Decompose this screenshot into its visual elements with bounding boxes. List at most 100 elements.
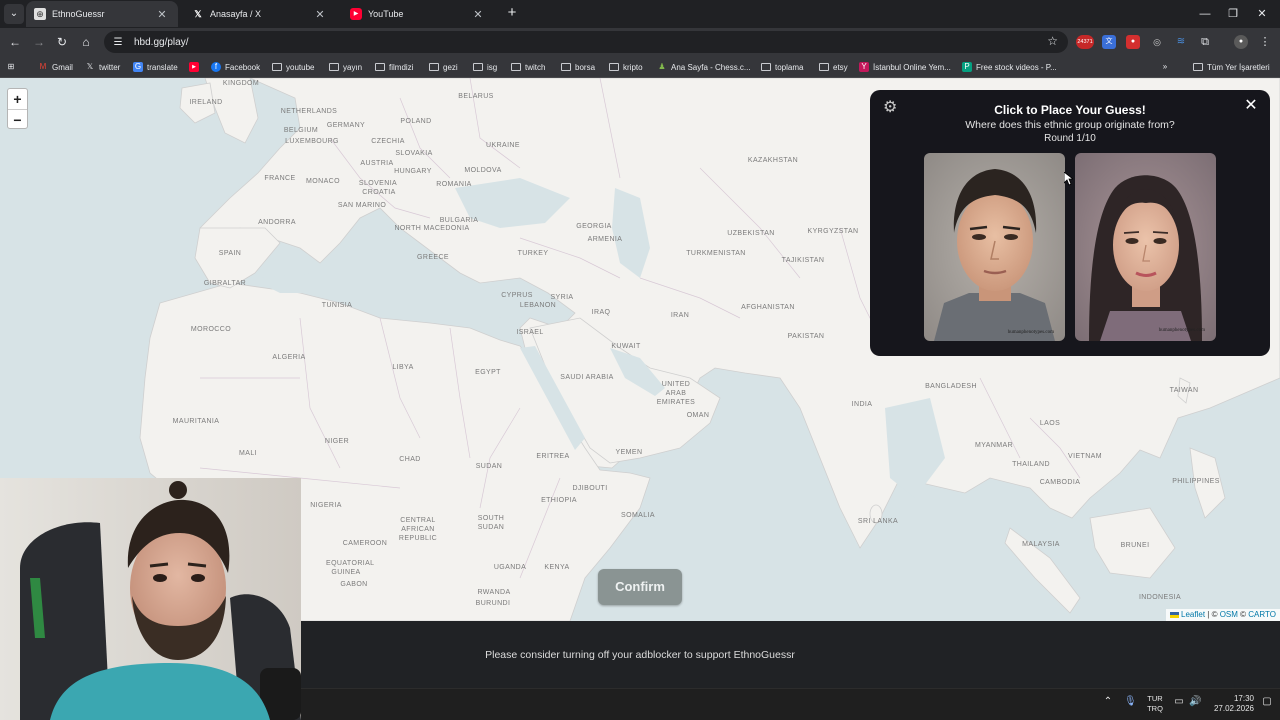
gmail-icon: M xyxy=(39,62,47,71)
bookmarks-overflow-icon[interactable]: » xyxy=(1160,60,1174,74)
bookmark-folder-youtube[interactable]: youtube xyxy=(272,60,314,74)
bookmark-folder-twitch[interactable]: twitch xyxy=(511,60,545,74)
map-zoom-control: + − xyxy=(7,88,28,129)
youtube-logo-icon: ▶ xyxy=(189,62,199,72)
country-label: MYANMAR xyxy=(974,442,1014,449)
bookmark-twitter[interactable]: 𝕏twitter xyxy=(85,60,121,74)
bookmark-chess[interactable]: ♟ Ana Sayfa - Chess.c... xyxy=(657,60,750,74)
country-label: BELARUS xyxy=(458,93,494,100)
volume-icon[interactable]: 🔊 xyxy=(1189,696,1201,707)
bookmark-folder-isg[interactable]: isg xyxy=(473,60,497,74)
forward-arrow-icon[interactable]: → xyxy=(30,33,48,51)
profile-avatar-icon[interactable]: ● xyxy=(1234,35,1248,49)
country-label: CAMBODIA xyxy=(1039,479,1081,486)
all-bookmarks-folder[interactable]: Tüm Yer İşaretleri xyxy=(1193,60,1270,74)
close-tab-icon[interactable]: ✕ xyxy=(156,8,168,21)
close-tab-icon[interactable]: ✕ xyxy=(314,8,326,21)
leaflet-link[interactable]: Leaflet xyxy=(1181,610,1205,619)
extension-badge-icon[interactable]: 24371 xyxy=(1076,35,1094,49)
system-clock[interactable]: 17:30 27.02.2026 xyxy=(1208,694,1254,714)
tab-search-icon[interactable]: ⌄ xyxy=(4,4,24,24)
bookmark-star-icon[interactable]: ☆ xyxy=(1047,34,1058,48)
osm-link[interactable]: OSM xyxy=(1220,610,1238,619)
new-tab-icon[interactable]: + xyxy=(504,5,520,21)
country-label: NETHERLANDS xyxy=(280,108,338,115)
bookmark-gmail[interactable]: M Gmail xyxy=(38,60,73,74)
bookmark-facebook[interactable]: f Facebook xyxy=(211,60,260,74)
extensions-puzzle-icon[interactable]: ⧉ xyxy=(1198,35,1212,49)
language-indicator[interactable]: TUR TRQ xyxy=(1143,694,1167,714)
country-label: SAN MARINO xyxy=(337,202,387,209)
close-tab-icon[interactable]: ✕ xyxy=(472,8,484,21)
menu-kebab-icon[interactable]: ⋮ xyxy=(1258,35,1272,49)
bookmark-pexels[interactable]: P Free stock videos - P... xyxy=(962,60,1057,74)
bookmark-folder-borsa[interactable]: borsa xyxy=(561,60,595,74)
webcam-overlay xyxy=(0,478,301,720)
country-label: CHAD xyxy=(399,456,421,463)
tray-chevron-up-icon[interactable]: ⌃ xyxy=(1102,696,1114,707)
bookmark-folder-kripto[interactable]: kripto xyxy=(609,60,643,74)
folder-icon xyxy=(1193,63,1203,71)
country-label: DJIBOUTI xyxy=(572,485,608,492)
bookmark-youtube-icon[interactable]: ▶ xyxy=(189,60,203,74)
confirm-button[interactable]: Confirm xyxy=(598,569,682,605)
apps-grid-icon[interactable]: ⊞ xyxy=(6,60,20,74)
country-label: IRAQ xyxy=(591,309,611,316)
bookmark-folder-toplama[interactable]: toplama xyxy=(761,60,803,74)
zoom-out-button[interactable]: − xyxy=(8,109,27,129)
country-label: CZECHIA xyxy=(371,138,405,145)
translate-extension-icon[interactable]: 文 xyxy=(1102,35,1116,49)
address-bar[interactable]: ☰ hbd.gg/play/ ☆ xyxy=(104,31,1068,53)
map-attribution: Leaflet | © OSM © CARTO xyxy=(1165,609,1280,621)
tab-strip: ⌄ ⊕ EthnoGuessr ✕ 𝕏 Anasayfa / X ✕ ▶ You… xyxy=(0,0,1280,28)
chess-pawn-icon: ♟ xyxy=(658,62,666,71)
bookmark-folder-filmdizi[interactable]: filmdizi xyxy=(375,60,413,74)
country-label: EQUATORIAL GUINEA xyxy=(326,560,375,576)
bookmark-istanbul[interactable]: Y İstanbul Online Yem... xyxy=(859,60,951,74)
home-icon[interactable]: ⌂ xyxy=(77,33,95,51)
restore-icon[interactable]: ❐ xyxy=(1223,4,1243,24)
country-label: ANDORRA xyxy=(258,219,296,226)
country-label: MALI xyxy=(239,450,257,457)
minimize-icon[interactable]: — xyxy=(1195,4,1215,24)
country-label: NORTH MACEDONIA xyxy=(394,225,470,232)
site-info-icon[interactable]: ☰ xyxy=(111,37,125,48)
bookmark-folder-yayin[interactable]: yayın xyxy=(329,60,362,74)
country-label: EGYPT xyxy=(475,369,501,376)
country-label: FRANCE xyxy=(264,175,296,182)
tab-ethnoguessr[interactable]: ⊕ EthnoGuessr ✕ xyxy=(26,1,178,27)
country-label: CAMEROON xyxy=(342,540,388,547)
country-label: ISRAEL xyxy=(516,329,544,336)
country-label: KYRGYZSTAN xyxy=(807,228,859,235)
tab-youtube[interactable]: ▶ YouTube ✕ xyxy=(342,1,494,27)
country-label: RWANDA xyxy=(477,589,511,596)
bookmark-folder-gezi[interactable]: gezi xyxy=(429,60,458,74)
pexels-icon: P xyxy=(962,62,972,72)
back-arrow-icon[interactable]: ← xyxy=(6,33,24,51)
panel-question: Where does this ethnic group originate f… xyxy=(965,119,1175,131)
glasses-extension-icon[interactable]: ◎ xyxy=(1150,35,1164,49)
bookmark-folder-etsy[interactable]: etsy xyxy=(819,60,848,74)
bookmark-translate[interactable]: Gtranslate xyxy=(133,60,178,74)
country-label: GREECE xyxy=(417,254,449,261)
folder-icon xyxy=(609,63,619,71)
tab-x[interactable]: 𝕏 Anasayfa / X ✕ xyxy=(184,1,336,27)
microphone-icon[interactable]: 🎙 xyxy=(1124,696,1137,707)
zoom-in-button[interactable]: + xyxy=(8,89,27,109)
country-label: YEMEN xyxy=(615,449,643,456)
wave-extension-icon[interactable]: ≋ xyxy=(1174,35,1188,49)
notifications-icon[interactable]: ▢ xyxy=(1260,696,1274,707)
country-label: GIBRALTAR xyxy=(203,280,247,287)
carto-link[interactable]: CARTO xyxy=(1248,610,1276,619)
face-credit-text: humanphenotypes.com xyxy=(1008,330,1054,335)
country-label: BELGIUM xyxy=(283,127,319,134)
close-window-icon[interactable]: ✕ xyxy=(1252,4,1272,24)
red-extension-icon[interactable]: ● xyxy=(1126,35,1140,49)
country-label: IRAN xyxy=(670,312,690,319)
country-label: NIGER xyxy=(324,438,350,445)
country-label: INDIA xyxy=(851,401,873,408)
country-label: THAILAND xyxy=(1012,461,1050,468)
reload-icon[interactable]: ↻ xyxy=(53,33,71,51)
country-label: SLOVAKIA xyxy=(395,150,433,157)
network-icon[interactable]: ▭ xyxy=(1173,696,1185,707)
